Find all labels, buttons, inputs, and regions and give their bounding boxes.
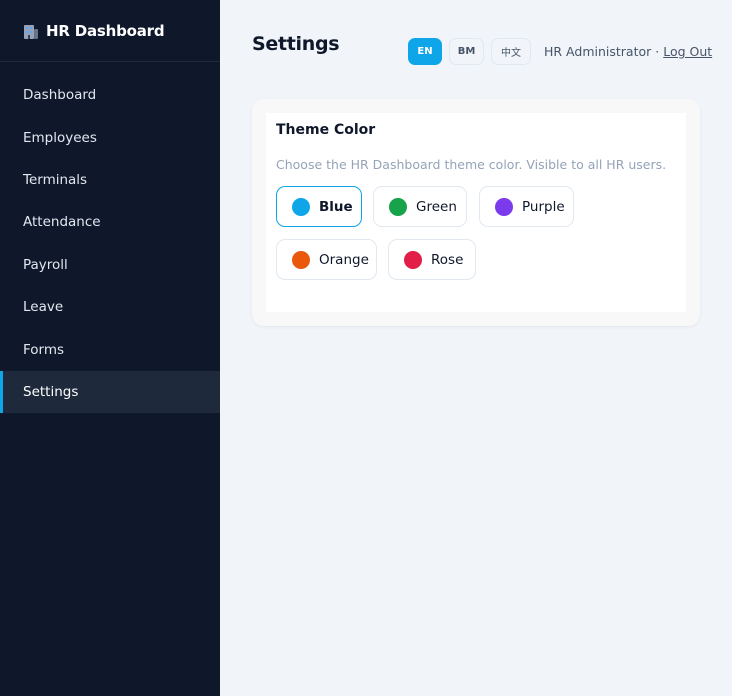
theme-color-card-body: Theme Color Choose the HR Dashboard them… [266, 113, 686, 312]
theme-option-blue[interactable]: Blue [276, 186, 362, 227]
color-swatch-icon [389, 197, 407, 216]
theme-option-label: Blue [319, 198, 353, 215]
brand[interactable]: HR Dashboard [0, 0, 220, 62]
sidebar-item-label: Terminals [23, 171, 88, 188]
sidebar-item-forms[interactable]: Forms [0, 328, 220, 370]
user-separator: · [651, 44, 664, 59]
page-title: Settings [252, 33, 340, 55]
sidebar-item-label: Leave [23, 299, 64, 316]
sidebar-item-payroll[interactable]: Payroll [0, 244, 220, 286]
theme-option-green[interactable]: Green [373, 186, 467, 227]
language-button-en[interactable]: EN [408, 38, 442, 65]
card-description: Choose the HR Dashboard theme color. Vis… [276, 157, 667, 172]
logout-link[interactable]: Log Out [663, 44, 712, 59]
sidebar: HR Dashboard Dashboard Employees Termina… [0, 0, 220, 696]
sidebar-item-label: Dashboard [23, 87, 97, 104]
building-icon [24, 24, 38, 39]
sidebar-item-employees[interactable]: Employees [0, 116, 220, 158]
theme-color-card: Theme Color Choose the HR Dashboard them… [252, 99, 700, 326]
color-swatch-icon [292, 197, 310, 216]
theme-option-label: Green [416, 198, 457, 215]
theme-option-label: Orange [319, 251, 369, 268]
theme-option-purple[interactable]: Purple [479, 186, 574, 227]
theme-option-label: Rose [431, 251, 464, 268]
brand-name: HR Dashboard [46, 21, 165, 40]
sidebar-item-label: Settings [23, 383, 79, 400]
color-swatch-icon [495, 197, 513, 216]
sidebar-nav: Dashboard Employees Terminals Attendance… [0, 74, 220, 414]
user-name: HR Administrator [544, 44, 652, 59]
color-swatch-icon [404, 250, 422, 269]
color-swatch-icon [292, 250, 310, 269]
language-button-zh[interactable]: 中文 [491, 38, 531, 65]
sidebar-item-dashboard[interactable]: Dashboard [0, 74, 220, 116]
theme-option-orange[interactable]: Orange [276, 239, 377, 280]
sidebar-item-label: Forms [23, 341, 65, 358]
theme-option-label: Purple [522, 198, 565, 215]
sidebar-item-label: Payroll [23, 256, 68, 273]
sidebar-item-settings[interactable]: Settings [0, 370, 220, 414]
card-title: Theme Color [276, 122, 376, 138]
sidebar-item-leave[interactable]: Leave [0, 286, 220, 328]
sidebar-item-label: Attendance [23, 214, 101, 231]
language-button-bm[interactable]: BM [449, 38, 484, 65]
theme-option-rose[interactable]: Rose [388, 239, 476, 280]
user-info: HR Administrator · Log Out [544, 44, 712, 59]
sidebar-item-attendance[interactable]: Attendance [0, 201, 220, 243]
sidebar-item-label: Employees [23, 129, 97, 146]
sidebar-item-terminals[interactable]: Terminals [0, 159, 220, 201]
